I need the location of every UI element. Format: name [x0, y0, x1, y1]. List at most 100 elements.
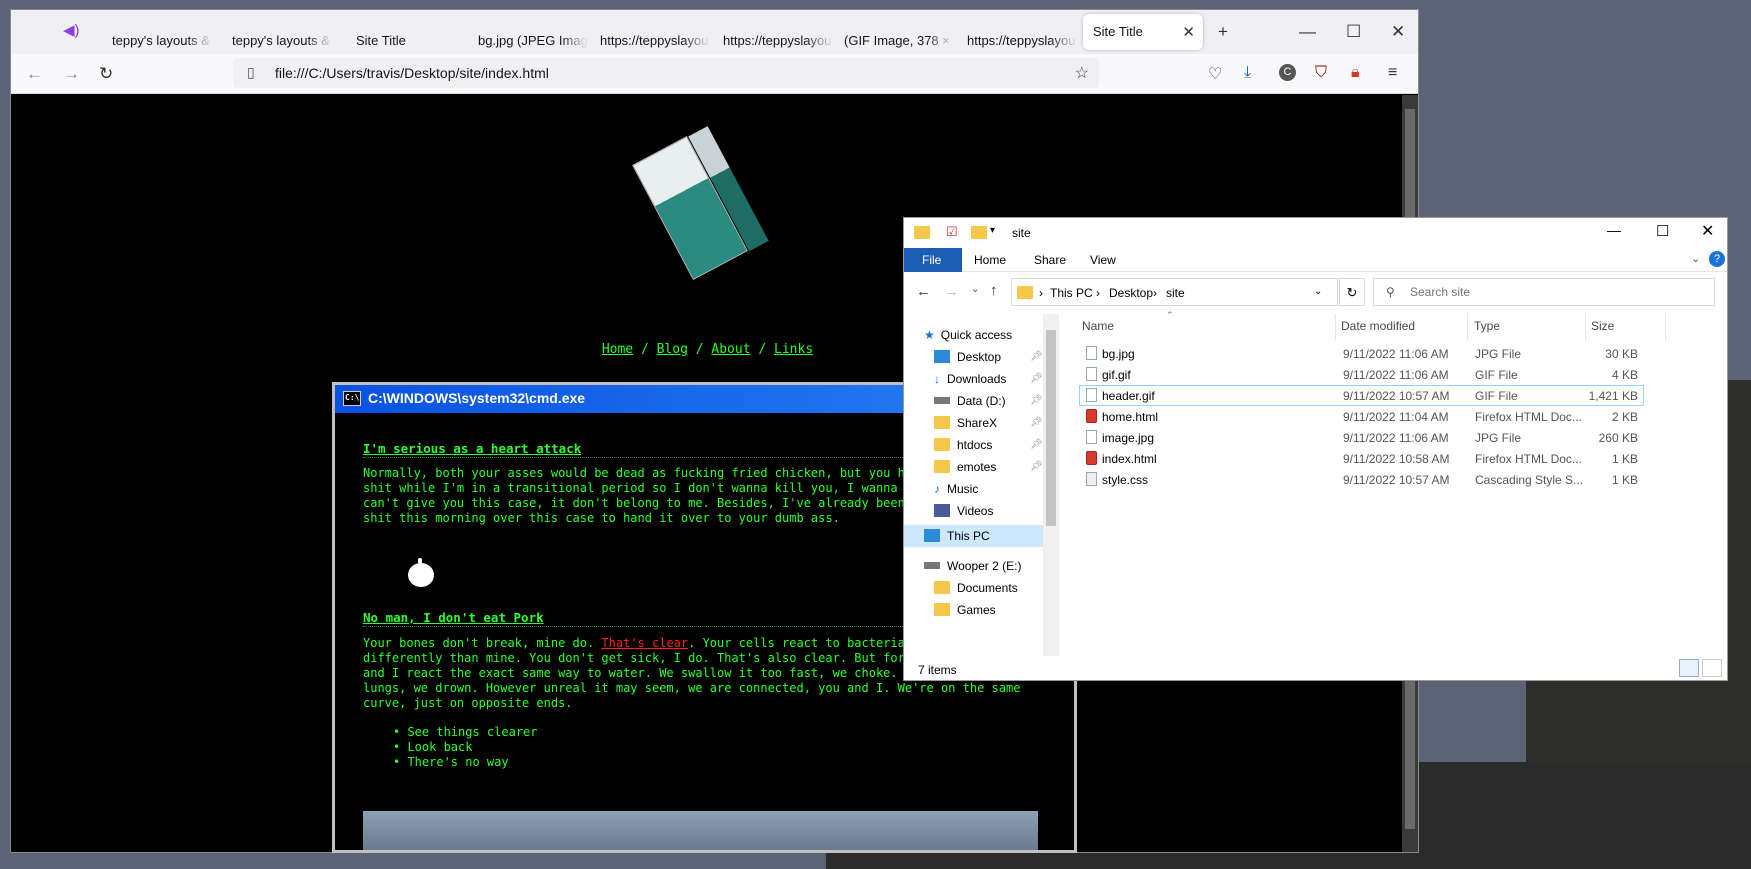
maximize-icon[interactable]: ☐ [1656, 222, 1669, 240]
help-icon[interactable]: ? [1709, 251, 1725, 267]
file-row[interactable]: bg.jpg 9/11/2022 11:06 AM JPG File 30 KB [1080, 344, 1643, 363]
music-note-icon: ♪ [934, 482, 940, 496]
ublock-shield-icon[interactable]: ⛉ [1315, 64, 1327, 82]
tab-overflow-icon[interactable]: ◀) [63, 21, 80, 39]
nav-separator: / [640, 342, 649, 357]
minimize-icon[interactable]: — [1607, 222, 1621, 238]
tab-active[interactable]: Site Title ✕ [1083, 14, 1203, 50]
folder-icon [934, 603, 950, 616]
breadcrumb-desktop[interactable]: Desktop [1109, 286, 1153, 300]
customize-dropdown-icon[interactable]: ▾ [990, 225, 995, 236]
column-divider[interactable] [1467, 314, 1468, 340]
explorer-title-bar[interactable]: ☑ ▾ site — ☐ ✕ [904, 218, 1727, 248]
file-row[interactable]: home.html 9/11/2022 11:04 AM Firefox HTM… [1080, 407, 1643, 426]
pocket-icon[interactable]: ♡ [1208, 64, 1222, 84]
bookmark-star-icon[interactable]: ☆ [1075, 63, 1089, 83]
forward-arrow-icon[interactable]: → [63, 64, 80, 84]
column-header-date[interactable]: Date modified [1341, 319, 1415, 333]
list-item: • See things clearer [393, 725, 538, 739]
ribbon-tab-view[interactable]: View [1090, 253, 1116, 267]
nav-item-data-drive[interactable]: Data (D:) [934, 394, 1006, 408]
file-row[interactable]: image.jpg 9/11/2022 11:06 AM JPG File 26… [1080, 428, 1643, 447]
refresh-button[interactable]: ↻ [1339, 278, 1365, 306]
new-tab-plus-icon[interactable]: + [1218, 22, 1228, 42]
list-item: • There's no way [393, 755, 509, 769]
nav-quick-access[interactable]: ★ Quick access [924, 328, 1012, 342]
nav-item-desktop[interactable]: Desktop [934, 350, 1001, 364]
nav-link-links[interactable]: Links [774, 342, 813, 357]
up-arrow-icon[interactable]: ↑ [990, 282, 998, 299]
breadcrumb-sep: › [1039, 286, 1043, 300]
expand-ribbon-icon[interactable]: ⌄ [1691, 252, 1700, 265]
url-text[interactable]: file:///C:/Users/travis/Desktop/site/ind… [275, 65, 549, 81]
nav-item-music[interactable]: ♪ Music [934, 482, 978, 496]
lock-extension-icon[interactable]: 🔒︎ [1351, 64, 1360, 82]
file-name: index.html [1102, 452, 1157, 466]
gif-file-icon [1086, 367, 1097, 381]
address-dropdown-icon[interactable]: ⌄ [1314, 286, 1322, 297]
file-size: 1 KB [1611, 452, 1638, 466]
download-icon[interactable]: ⤓ [1244, 64, 1251, 82]
forward-arrow-icon[interactable]: → [944, 283, 959, 300]
minimize-icon[interactable]: — [1299, 22, 1316, 42]
file-row[interactable]: index.html 9/11/2022 10:58 AM Firefox HT… [1080, 449, 1643, 468]
file-explorer-window: ☑ ▾ site — ☐ ✕ File Home Share View ⌄ ? … [903, 217, 1728, 681]
back-arrow-icon[interactable]: ← [916, 283, 931, 300]
pin-icon: 📌︎ [1030, 373, 1043, 384]
file-row[interactable]: style.css 9/11/2022 10:57 AM Cascading S… [1080, 470, 1643, 489]
details-view-icon[interactable] [1679, 659, 1699, 677]
nav-link-home[interactable]: Home [602, 342, 633, 357]
close-window-icon[interactable]: ✕ [1391, 22, 1405, 42]
nav-item-videos[interactable]: Videos [934, 504, 993, 518]
breadcrumb-site[interactable]: site [1166, 286, 1185, 300]
nav-item-this-pc-label[interactable]: This PC [924, 529, 990, 543]
nav-link-blog[interactable]: Blog [657, 342, 688, 357]
back-arrow-icon[interactable]: ← [26, 64, 43, 84]
properties-check-icon[interactable]: ☑ [946, 224, 958, 240]
file-type: JPG File [1475, 431, 1522, 445]
address-bar[interactable]: › This PC › Desktop › site ⌄ [1011, 278, 1338, 306]
gif-file-icon [1086, 388, 1097, 402]
url-bar[interactable]: ▯ file:///C:/Users/travis/Desktop/site/i… [233, 58, 1099, 88]
extension-c-icon[interactable]: C [1279, 64, 1296, 81]
firefox-html-icon [1086, 451, 1097, 465]
close-icon[interactable]: ✕ [1701, 221, 1714, 241]
new-folder-icon[interactable] [971, 226, 987, 239]
nav-item-sharex[interactable]: ShareX [934, 416, 997, 430]
column-header-size[interactable]: Size [1591, 319, 1614, 333]
close-icon[interactable]: ✕ [1182, 23, 1195, 41]
column-divider[interactable] [1665, 314, 1666, 340]
maximize-icon[interactable]: ☐ [1346, 22, 1361, 42]
file-date: 9/11/2022 10:57 AM [1343, 389, 1450, 403]
recent-locations-icon[interactable]: ⌄ [971, 284, 979, 295]
reload-icon[interactable]: ↻ [99, 64, 113, 84]
nav-item-downloads[interactable]: ↓ Downloads [934, 372, 1006, 386]
nav-pane-scrollbar[interactable] [1043, 314, 1059, 656]
scrollbar-thumb[interactable] [1046, 330, 1056, 526]
nav-item-documents[interactable]: Documents [934, 581, 1018, 595]
large-icons-view-icon[interactable] [1702, 659, 1722, 677]
pin-icon: 📌︎ [1030, 417, 1043, 428]
breadcrumb-this-pc[interactable]: This PC [1050, 286, 1093, 300]
nav-item-games[interactable]: Games [934, 603, 996, 617]
ribbon-tab-file[interactable]: File [904, 248, 962, 272]
refresh-icon: ↻ [1346, 285, 1358, 300]
menu-hamburger-icon[interactable]: ≡ [1388, 64, 1397, 82]
ribbon-tab-share[interactable]: Share [1034, 253, 1066, 267]
file-row[interactable]: gif.gif 9/11/2022 11:06 AM GIF File 4 KB [1080, 365, 1643, 384]
image-file-icon [1086, 346, 1097, 360]
search-box[interactable]: ⚲ [1373, 278, 1715, 306]
column-divider[interactable] [1585, 314, 1586, 340]
file-row-selected[interactable]: header.gif 9/11/2022 10:57 AM GIF File 1… [1079, 385, 1644, 406]
column-header-type[interactable]: Type [1474, 319, 1500, 333]
navigation-bar: ← → ↻ ▯ file:///C:/Users/travis/Desktop/… [11, 54, 1418, 94]
ribbon-tab-home[interactable]: Home [974, 253, 1006, 267]
column-header-name[interactable]: Name [1082, 319, 1114, 333]
nav-item-emotes[interactable]: emotes [934, 460, 996, 474]
inline-link[interactable]: That's clear [601, 636, 688, 650]
nav-item-htdocs[interactable]: htdocs [934, 438, 992, 452]
nav-item-wooper-drive[interactable]: Wooper 2 (E:) [924, 559, 1021, 573]
column-divider[interactable] [1335, 314, 1336, 340]
search-input[interactable] [1410, 284, 1700, 300]
nav-link-about[interactable]: About [711, 342, 750, 357]
